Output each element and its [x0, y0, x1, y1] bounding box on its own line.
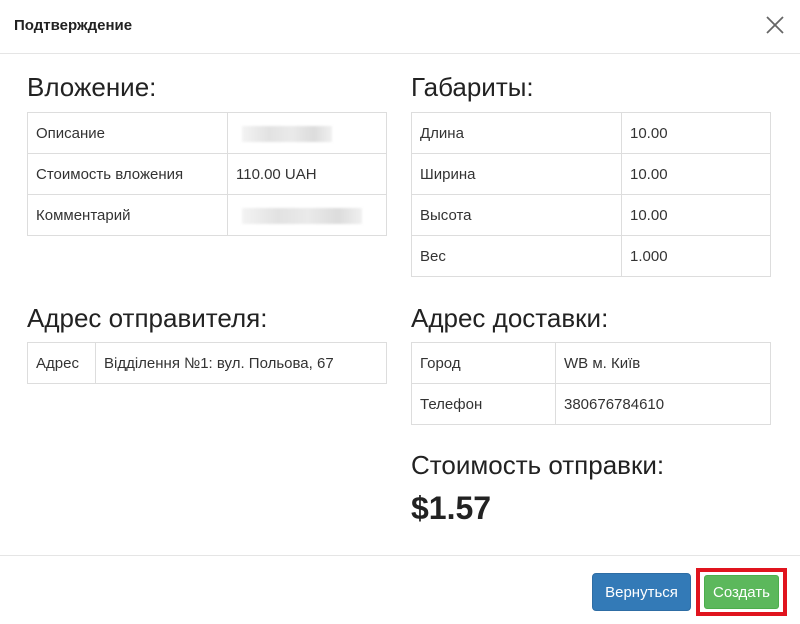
attachment-table: Описание Стоимость вложения 110.00 UAH К… [27, 112, 387, 236]
create-button[interactable]: Создать [704, 575, 779, 609]
attachment-label-comment: Комментарий [27, 194, 228, 236]
table-row: Ширина 10.00 [411, 153, 771, 195]
dimensions-value-height: 10.00 [621, 194, 771, 236]
table-row: Высота 10.00 [411, 194, 771, 236]
sender-value-address: Відділення №1: вул. Польова, 67 [95, 342, 387, 384]
table-row: Телефон 380676784610 [411, 383, 771, 425]
modal-footer: Вернуться Создать [0, 555, 800, 624]
sender-table: Адрес Відділення №1: вул. Польова, 67 [27, 342, 387, 384]
delivery-value-city: WB м. Київ [555, 342, 771, 384]
delivery-heading: Адрес доставки: [411, 303, 609, 333]
close-icon[interactable] [764, 14, 786, 36]
dimensions-label-length: Длина [411, 112, 622, 154]
dimensions-label-height: Высота [411, 194, 622, 236]
delivery-label-phone: Телефон [411, 383, 556, 425]
attachment-value-description [227, 112, 387, 154]
dimensions-label-weight: Вес [411, 235, 622, 277]
sender-label-address: Адрес [27, 342, 96, 384]
shipping-cost-heading: Стоимость отправки: [411, 450, 665, 480]
delivery-label-city: Город [411, 342, 556, 384]
dimensions-value-weight: 1.000 [621, 235, 771, 277]
dimensions-table: Длина 10.00 Ширина 10.00 Высота 10.00 Ве… [411, 112, 771, 277]
table-row: Длина 10.00 [411, 112, 771, 154]
table-row: Город WB м. Київ [411, 342, 771, 384]
sender-heading: Адрес отправителя: [27, 303, 268, 333]
create-button-highlight: Создать [696, 568, 787, 616]
shipping-price: $1.57 [411, 490, 492, 526]
dimensions-heading: Габариты: [411, 72, 534, 102]
back-button[interactable]: Вернуться [592, 573, 691, 611]
table-row: Комментарий [27, 194, 387, 236]
dimensions-value-length: 10.00 [621, 112, 771, 154]
modal-title: Подтверждение [14, 17, 133, 34]
attachment-label-description: Описание [27, 112, 228, 154]
table-row: Адрес Відділення №1: вул. Польова, 67 [27, 342, 387, 384]
redacted-comment [242, 207, 362, 224]
attachment-label-cost: Стоимость вложения [27, 153, 228, 195]
attachment-value-comment [227, 194, 387, 236]
table-row: Стоимость вложения 110.00 UAH [27, 153, 387, 195]
delivery-value-phone: 380676784610 [555, 383, 771, 425]
delivery-table: Город WB м. Київ Телефон 380676784610 [411, 342, 771, 425]
dimensions-label-width: Ширина [411, 153, 622, 195]
dimensions-value-width: 10.00 [621, 153, 771, 195]
redacted-description [242, 125, 332, 142]
attachment-heading: Вложение: [27, 72, 157, 102]
attachment-value-cost: 110.00 UAH [227, 153, 387, 195]
modal-header: Подтверждение [0, 0, 800, 54]
table-row: Вес 1.000 [411, 235, 771, 277]
table-row: Описание [27, 112, 387, 154]
confirmation-modal: Подтверждение Вложение: Описание Стоимос… [0, 0, 800, 624]
